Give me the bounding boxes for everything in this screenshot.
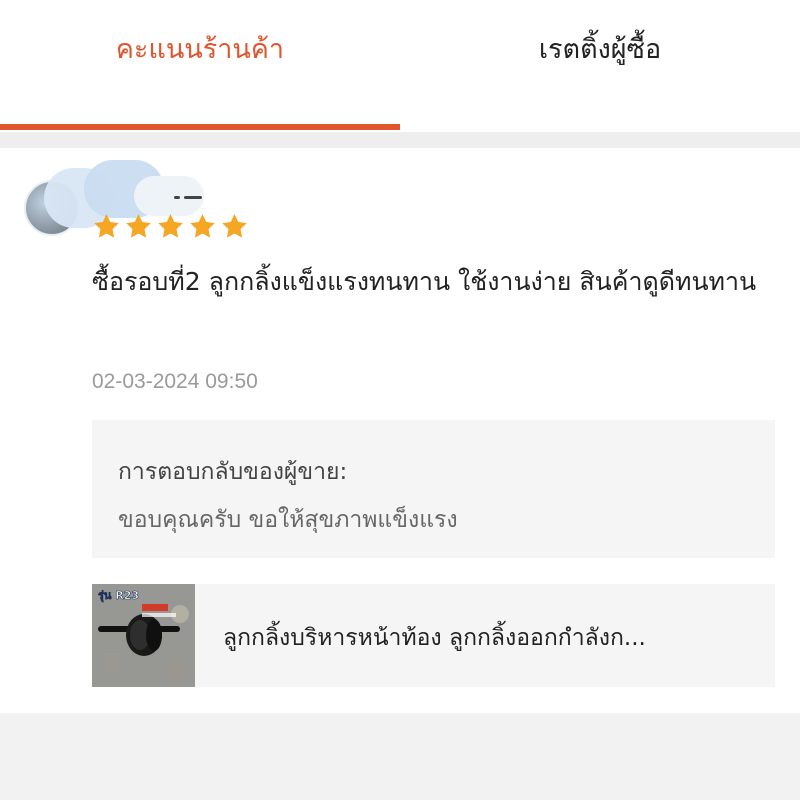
review-card: ซื้อรอบที่2 ลูกกลิ้งแข็งแรงทนทาน ใช้งานง…	[0, 148, 800, 713]
section-divider	[0, 132, 800, 148]
tab-shop-rating[interactable]: คะแนนร้านค้า	[0, 0, 400, 132]
star-icon	[222, 214, 247, 238]
reviewer-name-fragment	[174, 196, 204, 202]
product-link[interactable]: รุ่น R23 ลูกกลิ้งบริหารหน้าท้อง ลูกกลิ้ง…	[92, 584, 775, 687]
review-tabs: คะแนนร้านค้า เรตติ้งผู้ซื้อ	[0, 0, 800, 132]
review-text: ซื้อรอบที่2 ลูกกลิ้งแข็งแรงทนทาน ใช้งานง…	[92, 267, 757, 296]
ab-roller-wheel-icon: รุ่น R23	[92, 584, 195, 687]
star-icon	[190, 214, 215, 238]
star-icon	[158, 214, 183, 238]
seller-reply-text: ขอบคุณครับ ขอให้สุขภาพแข็งแรง	[118, 507, 458, 533]
tab-buyer-rating-label: เรตติ้งผู้ซื้อ	[538, 33, 662, 65]
active-tab-indicator	[0, 124, 400, 130]
product-thumbnail: รุ่น R23	[92, 584, 195, 687]
star-icon	[126, 214, 151, 238]
star-icon	[94, 214, 119, 238]
review-date: 02-03-2024 09:50	[92, 370, 258, 393]
seller-reply: การตอบกลับของผู้ขาย: ขอบคุณครับ ขอให้สุข…	[92, 420, 775, 558]
tab-buyer-rating[interactable]: เรตติ้งผู้ซื้อ	[400, 0, 800, 132]
tab-shop-rating-label: คะแนนร้านค้า	[115, 33, 285, 65]
seller-reply-title: การตอบกลับของผู้ขาย:	[118, 459, 348, 485]
product-name: ลูกกลิ้งบริหารหน้าท้อง ลูกกลิ้งออกกำลังก…	[223, 625, 646, 651]
star-rating	[92, 212, 249, 241]
thumb-model-label: รุ่น R23	[98, 589, 139, 603]
